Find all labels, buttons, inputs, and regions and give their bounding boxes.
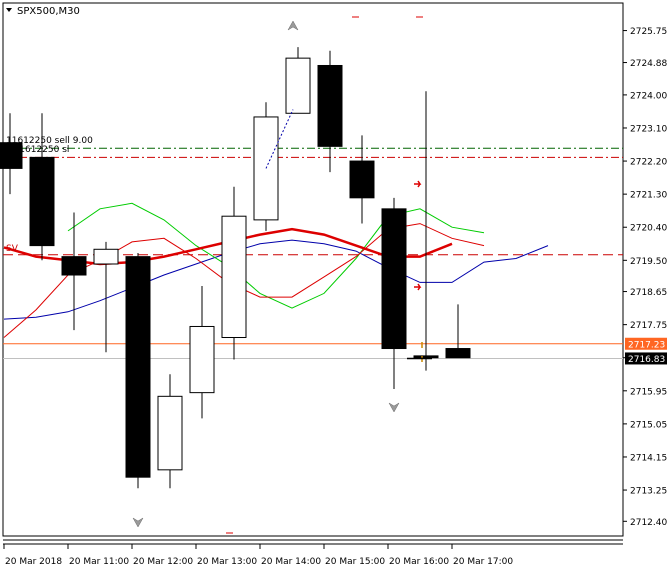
y-tick-label: 2724.88 bbox=[630, 59, 667, 69]
candle-body[interactable] bbox=[413, 355, 439, 359]
candle-body[interactable] bbox=[61, 256, 87, 276]
sv-label: SV bbox=[6, 244, 19, 254]
x-tick-label: 20 Mar 12:00 bbox=[133, 557, 193, 567]
x-tick-label: 20 Mar 11:00 bbox=[69, 557, 129, 567]
plot-area[interactable] bbox=[2, 2, 624, 537]
y-tick-label: 2721.30 bbox=[630, 191, 667, 201]
y-tick-label: 2712.40 bbox=[630, 518, 667, 528]
price-chart[interactable]: 2725.75 2724.88 2724.00 2723.10 2722.20 2721.… bbox=[0, 0, 668, 572]
candle-body[interactable] bbox=[157, 395, 183, 471]
symbol-label: SPX500,M30 bbox=[17, 6, 80, 17]
x-tick-label: 20 Mar 2018 bbox=[5, 557, 62, 567]
candle-body[interactable] bbox=[349, 160, 375, 199]
candle-body[interactable] bbox=[29, 156, 55, 247]
candle-body[interactable] bbox=[445, 348, 471, 359]
y-tick-label: 2715.05 bbox=[630, 420, 667, 430]
y-tick-label: 2717.75 bbox=[630, 321, 667, 331]
x-tick-label: 20 Mar 17:00 bbox=[453, 557, 513, 567]
y-tick-label: 2718.65 bbox=[630, 288, 667, 298]
chart-window[interactable]: 2725.75 2724.88 2724.00 2723.10 2722.20 2721.… bbox=[0, 0, 668, 572]
y-tick-label: 2722.20 bbox=[630, 158, 667, 168]
y-tick-label: 2725.75 bbox=[630, 27, 667, 37]
y-tick-label: 2714.15 bbox=[630, 453, 667, 463]
y-tick-label: 2715.95 bbox=[630, 387, 667, 397]
y-tick-label: 2719.50 bbox=[630, 257, 667, 267]
candle-body[interactable] bbox=[93, 248, 119, 265]
candle-body[interactable] bbox=[285, 57, 311, 114]
order-sl-label: #11612250 sl bbox=[6, 145, 69, 155]
y-tick-label: 2724.00 bbox=[630, 91, 667, 101]
y-tick-label: 2720.40 bbox=[630, 224, 667, 234]
price-box-label: 2717.23 bbox=[628, 340, 665, 350]
candle-body[interactable] bbox=[125, 256, 151, 478]
y-tick-label: 2723.10 bbox=[630, 124, 667, 134]
x-tick-label: 20 Mar 14:00 bbox=[261, 557, 321, 567]
candle-body[interactable] bbox=[381, 208, 407, 350]
price-box-label: 2716.83 bbox=[628, 355, 665, 365]
candle-body[interactable] bbox=[221, 215, 247, 339]
candle-body[interactable] bbox=[317, 64, 343, 147]
x-tick-label: 20 Mar 16:00 bbox=[389, 557, 449, 567]
y-tick-label: 2713.25 bbox=[630, 487, 667, 497]
x-tick-label: 20 Mar 13:00 bbox=[197, 557, 257, 567]
x-tick-label: 20 Mar 15:00 bbox=[325, 557, 385, 567]
candle-body[interactable] bbox=[189, 325, 215, 394]
